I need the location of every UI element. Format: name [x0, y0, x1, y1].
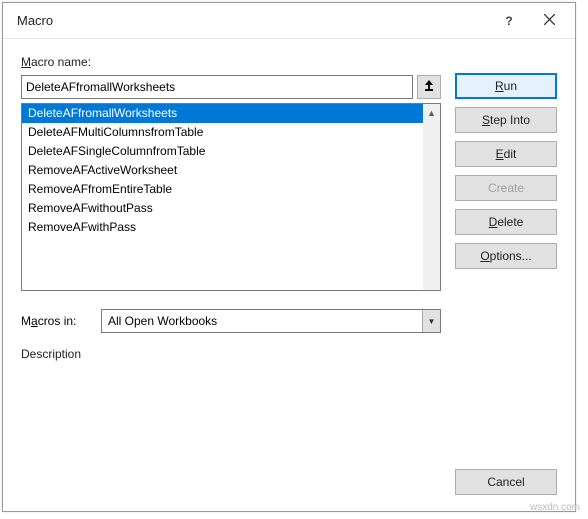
list-item[interactable]: RemoveAFfromEntireTable	[22, 180, 423, 199]
list-item[interactable]: RemoveAFActiveWorksheet	[22, 161, 423, 180]
edit-button[interactable]: Edit	[455, 141, 557, 167]
right-button-panel: Run Step Into Edit Create Delete Options…	[455, 55, 557, 447]
macros-in-label: Macros in:	[21, 314, 91, 328]
left-panel: Macro name: DeleteAFfromallWorksheets De…	[21, 55, 441, 447]
scrollbar-up-arrow-icon[interactable]: ▲	[423, 104, 440, 121]
run-button[interactable]: Run	[455, 73, 557, 99]
list-item[interactable]: DeleteAFMultiColumnsfromTable	[22, 123, 423, 142]
dialog-body: Macro name: DeleteAFfromallWorksheets De…	[3, 39, 575, 459]
macro-name-input[interactable]	[21, 75, 413, 99]
delete-button[interactable]: Delete	[455, 209, 557, 235]
options-button[interactable]: Options...	[455, 243, 557, 269]
help-icon: ?	[505, 14, 512, 28]
macro-listbox[interactable]: DeleteAFfromallWorksheets DeleteAFMultiC…	[21, 103, 441, 291]
up-arrow-icon	[424, 80, 434, 95]
macro-name-row	[21, 75, 441, 99]
macro-name-label: Macro name:	[21, 55, 441, 69]
dialog-footer: Cancel	[3, 459, 575, 511]
scrollbar[interactable]: ▲	[423, 104, 440, 290]
list-item[interactable]: DeleteAFfromallWorksheets	[22, 104, 423, 123]
macros-in-row: Macros in: All Open Workbooks ▼	[21, 309, 441, 333]
list-item[interactable]: DeleteAFSingleColumnfromTable	[22, 142, 423, 161]
description-label: Description	[21, 347, 441, 361]
close-button[interactable]	[529, 6, 569, 36]
step-into-button[interactable]: Step Into	[455, 107, 557, 133]
create-button: Create	[455, 175, 557, 201]
watermark: wsxdn.com	[530, 502, 580, 513]
close-icon	[544, 14, 555, 28]
cancel-button[interactable]: Cancel	[455, 469, 557, 495]
titlebar: Macro ?	[3, 3, 575, 39]
macro-dialog: Macro ? Macro name: DeleteA	[2, 2, 576, 512]
list-item[interactable]: RemoveAFwithoutPass	[22, 199, 423, 218]
list-item[interactable]: RemoveAFwithPass	[22, 218, 423, 237]
macro-list-inner: DeleteAFfromallWorksheets DeleteAFMultiC…	[22, 104, 423, 290]
help-button[interactable]: ?	[489, 6, 529, 36]
chevron-down-icon[interactable]: ▼	[422, 310, 440, 332]
macros-in-select[interactable]: All Open Workbooks ▼	[101, 309, 441, 333]
macros-in-value: All Open Workbooks	[102, 314, 422, 328]
go-to-button[interactable]	[417, 75, 441, 99]
dialog-title: Macro	[17, 13, 489, 28]
